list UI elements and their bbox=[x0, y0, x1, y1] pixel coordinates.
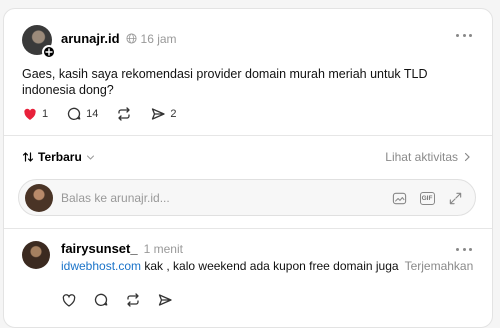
repost-icon bbox=[118, 107, 131, 121]
comment-icon bbox=[67, 107, 81, 120]
like-button[interactable]: 1 bbox=[22, 106, 48, 122]
comment-like-button[interactable] bbox=[61, 292, 77, 308]
divider bbox=[4, 135, 492, 136]
divider bbox=[4, 228, 492, 229]
post-meta: 16 jam bbox=[125, 31, 177, 46]
current-user-avatar bbox=[25, 184, 53, 212]
post-text: Gaes, kasih saya rekomendasi provider do… bbox=[22, 67, 428, 97]
comment-time: 1 menit bbox=[143, 241, 183, 256]
comment-share-button[interactable] bbox=[157, 292, 173, 308]
comment-link[interactable]: idwebhost.com bbox=[61, 259, 141, 273]
post-actions: 1 14 2 bbox=[22, 106, 195, 122]
activity-label: Lihat aktivitas bbox=[385, 150, 458, 164]
like-count: 1 bbox=[42, 108, 49, 120]
repost-button[interactable] bbox=[116, 106, 132, 122]
heart-icon bbox=[62, 294, 76, 307]
send-icon bbox=[152, 108, 166, 120]
reply-button[interactable]: 14 bbox=[66, 106, 98, 122]
sort-icon bbox=[22, 152, 34, 162]
main-post: arunajr.id 16 jam Gaes, kasih saya rekom… bbox=[4, 9, 492, 136]
attach-image-icon[interactable] bbox=[391, 190, 407, 206]
globe-icon bbox=[125, 33, 137, 44]
chevron-down-icon bbox=[86, 155, 94, 160]
reply-composer[interactable]: GIF bbox=[18, 179, 476, 216]
send-icon bbox=[158, 294, 172, 306]
share-count: 2 bbox=[170, 108, 177, 120]
sort-label: Terbaru bbox=[38, 150, 82, 164]
reply-input[interactable] bbox=[61, 189, 391, 207]
comment-username[interactable]: fairysunset_ bbox=[61, 241, 138, 256]
comment-repost-button[interactable] bbox=[125, 292, 141, 308]
gif-icon[interactable]: GIF bbox=[419, 190, 435, 206]
gif-label: GIF bbox=[419, 191, 435, 205]
comment-reply-button[interactable] bbox=[93, 292, 109, 308]
share-button[interactable]: 2 bbox=[150, 106, 177, 122]
comment-header: fairysunset_ 1 menit bbox=[61, 241, 183, 256]
comment-avatar[interactable] bbox=[22, 241, 50, 269]
chevron-right-icon bbox=[464, 152, 470, 162]
comment-text: idwebhost.com kak , kalo weekend ada kup… bbox=[61, 259, 473, 273]
reply-tools: GIF bbox=[391, 190, 463, 206]
post-time: 16 jam bbox=[140, 31, 177, 46]
post-more-icon[interactable] bbox=[456, 29, 472, 41]
expand-icon[interactable] bbox=[447, 190, 463, 206]
reply-count: 14 bbox=[86, 108, 99, 120]
comment-icon bbox=[94, 293, 108, 306]
heart-filled-icon bbox=[24, 108, 36, 120]
repost-icon bbox=[127, 293, 139, 307]
thread-card: arunajr.id 16 jam Gaes, kasih saya rekom… bbox=[3, 8, 493, 328]
view-activity-link[interactable]: Lihat aktivitas bbox=[385, 150, 472, 164]
comment-actions bbox=[61, 292, 173, 308]
comment-body: kak , kalo weekend ada kupon free domain… bbox=[141, 259, 399, 273]
author-avatar[interactable] bbox=[22, 25, 56, 59]
sort-dropdown[interactable]: Terbaru bbox=[22, 150, 95, 164]
translate-link[interactable]: Terjemahkan bbox=[405, 259, 474, 273]
comment-more-icon[interactable] bbox=[456, 243, 472, 255]
follow-plus-icon[interactable] bbox=[42, 45, 56, 59]
post-header: arunajr.id 16 jam bbox=[61, 31, 177, 46]
post-username[interactable]: arunajr.id bbox=[61, 31, 120, 46]
